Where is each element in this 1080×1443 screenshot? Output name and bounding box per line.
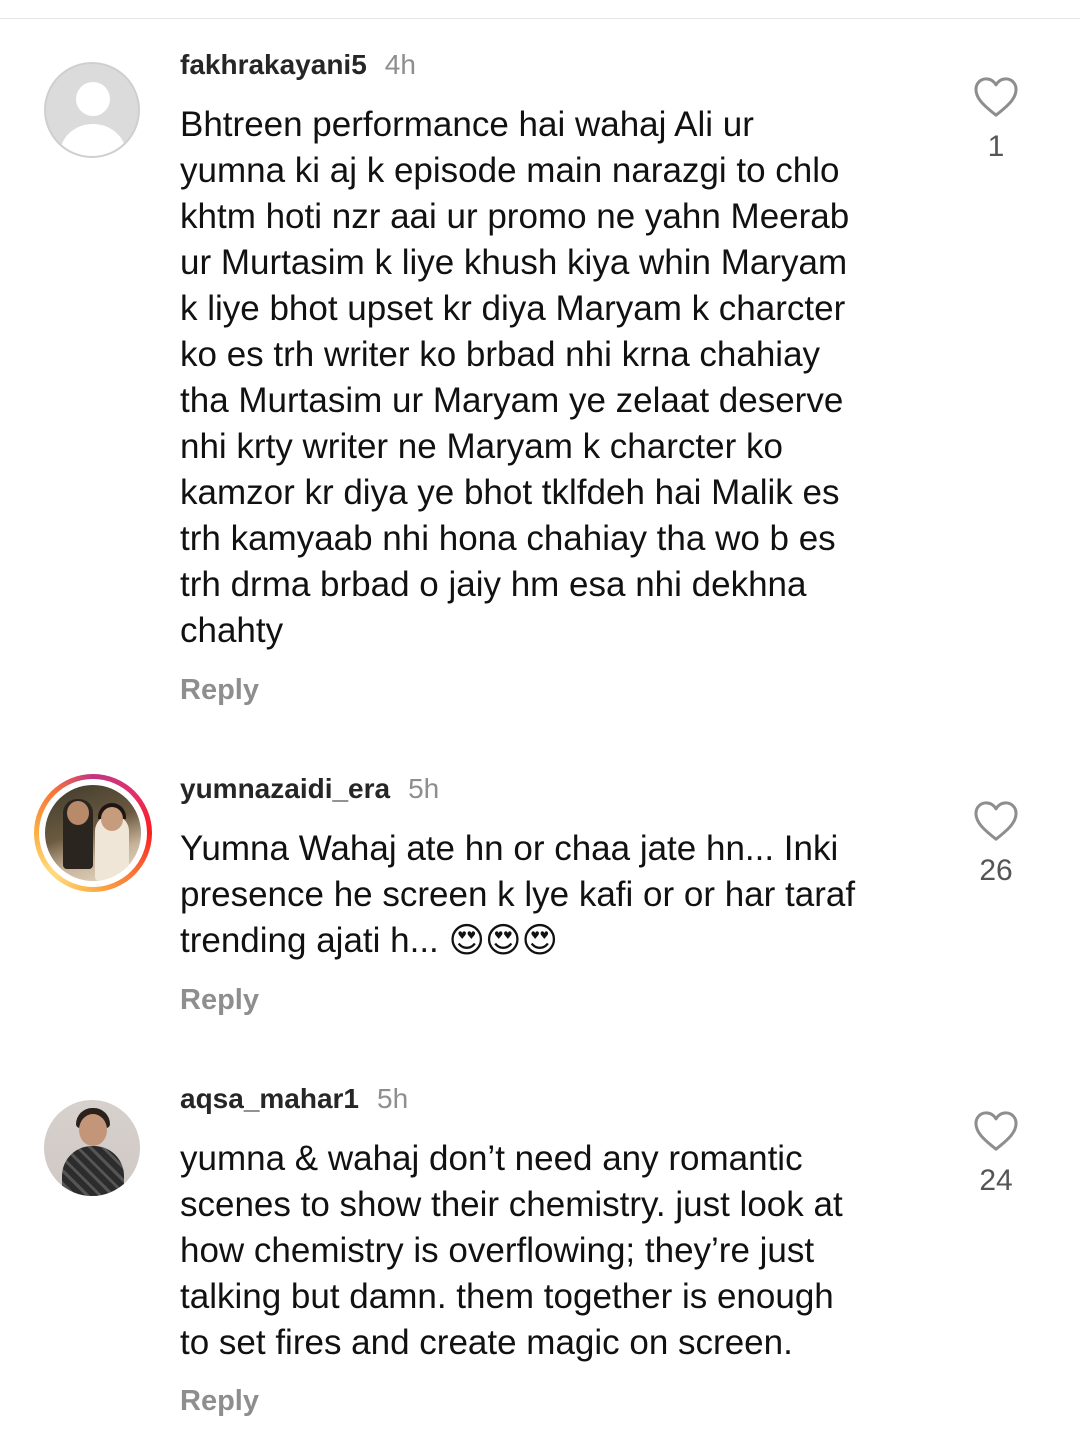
avatar-face bbox=[79, 1114, 107, 1146]
avatar-face bbox=[101, 807, 123, 831]
avatar bbox=[45, 785, 141, 881]
comment-text: Bhtreen performance hai wahaj Ali ur yum… bbox=[180, 105, 850, 650]
like-count: 1 bbox=[987, 130, 1005, 163]
comment-meta: yumnazaidi_era 5h bbox=[180, 772, 439, 806]
comment-time: 4h bbox=[384, 49, 416, 80]
like-button[interactable]: 26 bbox=[972, 800, 1020, 888]
comment-time: 5h bbox=[408, 773, 440, 804]
avatar-face bbox=[67, 801, 89, 825]
comment-text: Yumna Wahaj ate hn or chaa jate hn... In… bbox=[180, 829, 856, 960]
reply-button[interactable]: Reply bbox=[180, 1384, 259, 1418]
comment-meta: fakhrakayani5 4h bbox=[180, 48, 416, 82]
comment-time: 5h bbox=[377, 1083, 409, 1114]
like-button[interactable]: 1 bbox=[972, 76, 1020, 164]
heart-outline-icon bbox=[974, 801, 1018, 841]
avatar[interactable] bbox=[44, 1100, 140, 1196]
comment-meta: aqsa_mahar1 5h bbox=[180, 1082, 408, 1116]
reply-button[interactable]: Reply bbox=[180, 983, 259, 1017]
heart-outline-icon bbox=[974, 77, 1018, 117]
avatar[interactable] bbox=[44, 62, 140, 158]
comment-username[interactable]: aqsa_mahar1 bbox=[180, 1083, 359, 1114]
default-avatar-head bbox=[76, 82, 110, 116]
avatar-dress bbox=[62, 1146, 124, 1196]
like-button[interactable]: 24 bbox=[972, 1110, 1020, 1198]
comment-username[interactable]: yumnazaidi_era bbox=[180, 773, 390, 804]
default-avatar-body bbox=[60, 124, 126, 156]
story-ring-avatar[interactable] bbox=[34, 774, 152, 892]
like-count: 26 bbox=[979, 854, 1013, 887]
heart-outline-icon bbox=[974, 1111, 1018, 1151]
comment-text: yumna & wahaj don’t need any romantic sc… bbox=[180, 1139, 843, 1362]
top-divider bbox=[0, 18, 1080, 19]
reply-button[interactable]: Reply bbox=[180, 673, 259, 707]
story-ring-gap bbox=[39, 779, 147, 887]
comment-username[interactable]: fakhrakayani5 bbox=[180, 49, 367, 80]
like-count: 24 bbox=[979, 1164, 1013, 1197]
